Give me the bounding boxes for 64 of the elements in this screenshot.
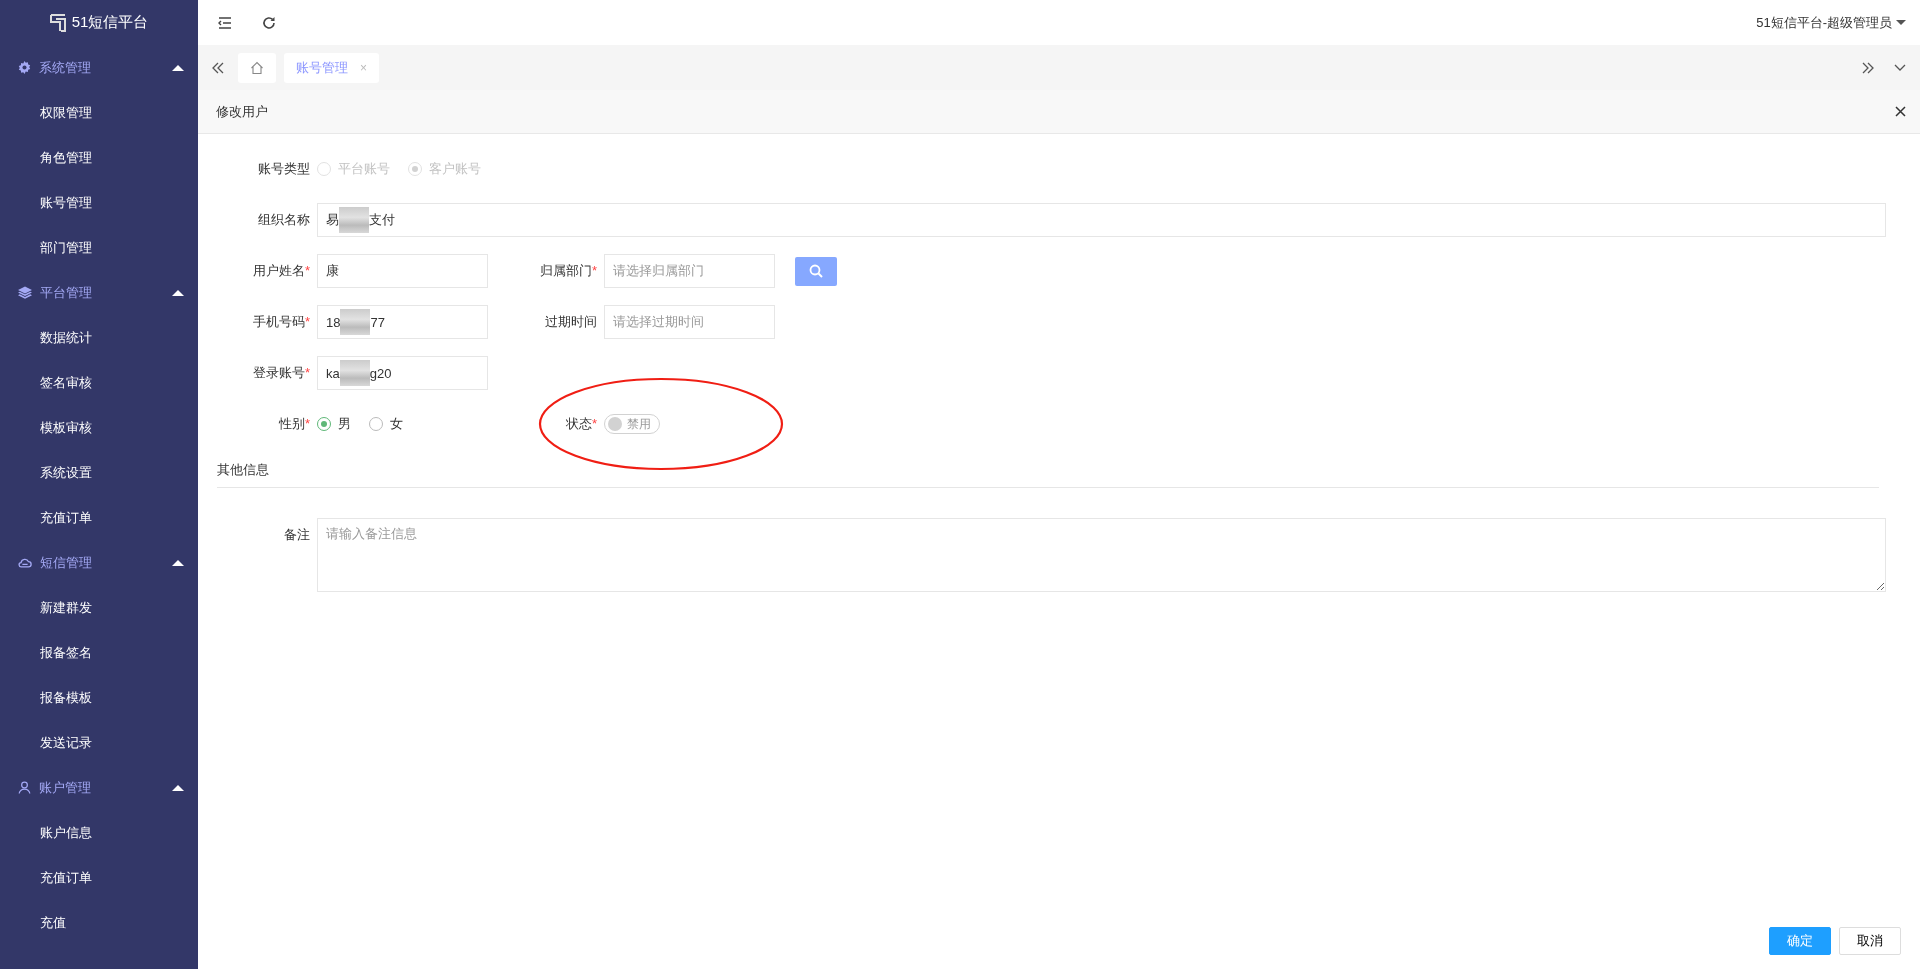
radio-option[interactable]: 男: [317, 415, 351, 433]
app-title: 51短信平台: [71, 13, 149, 32]
required-mark: *: [304, 263, 310, 278]
required-mark: *: [304, 314, 310, 329]
sidebar-item[interactable]: 账户信息: [40, 823, 92, 842]
refresh-icon[interactable]: [262, 15, 276, 30]
input-field[interactable]: ka g20: [317, 356, 488, 390]
layers-icon: [18, 286, 32, 299]
input-field[interactable]: 易 支付: [317, 203, 1886, 237]
required-mark: *: [591, 416, 597, 431]
sidebar-item[interactable]: 新建群发: [40, 598, 92, 617]
sidebar-item[interactable]: 权限管理: [40, 103, 92, 122]
sidebar-item[interactable]: 部门管理: [40, 238, 92, 257]
remark-field[interactable]: 请输入备注信息: [317, 518, 1886, 592]
field-label: 过期时间: [545, 314, 597, 329]
radio-option[interactable]: 女: [369, 415, 403, 433]
required-mark: *: [304, 365, 310, 380]
field-label: 状态: [565, 416, 592, 431]
field-label: 组织名称: [258, 212, 310, 227]
sidebar-item[interactable]: 发送记录: [40, 733, 92, 752]
redaction-mosaic: [340, 309, 371, 335]
redaction-mosaic: [339, 207, 369, 233]
user-icon: [18, 781, 31, 794]
double-chevron-right-icon[interactable]: [1862, 61, 1874, 74]
close-icon[interactable]: [1895, 106, 1906, 117]
sidebar-item[interactable]: 报备签名: [40, 643, 92, 662]
field-label: 性别: [278, 416, 305, 431]
menu-icon[interactable]: [218, 16, 232, 29]
field-label: 登录账号: [252, 365, 305, 380]
menu-group[interactable]: 系统管理: [0, 45, 198, 90]
logo-icon: [49, 13, 66, 32]
required-mark: *: [591, 263, 597, 278]
sidebar-item[interactable]: 充值订单: [40, 868, 92, 887]
menu-group[interactable]: 平台管理: [0, 270, 198, 315]
sidebar-item[interactable]: 报备模板: [40, 688, 92, 707]
field-label: 账号类型: [258, 161, 310, 176]
sidebar-item[interactable]: 模板审核: [40, 418, 92, 437]
required-mark: *: [304, 416, 310, 431]
sidebar-item[interactable]: 系统设置: [40, 463, 92, 482]
search-icon: [809, 264, 823, 278]
sidebar-item[interactable]: 签名审核: [40, 373, 92, 392]
field-label: 用户姓名: [252, 263, 305, 278]
sidebar-item[interactable]: 数据统计: [40, 328, 92, 347]
section-title: 其他信息: [217, 461, 1879, 488]
sidebar-item[interactable]: 角色管理: [40, 148, 92, 167]
sidebar-item[interactable]: 充值: [40, 913, 66, 932]
field-label: 归属部门: [539, 263, 592, 278]
menu-group[interactable]: 短信管理: [0, 540, 198, 585]
cloud-icon: [18, 556, 32, 569]
field-label: 备注: [283, 526, 311, 544]
redaction-mosaic: [339, 360, 370, 386]
chevron-down-icon[interactable]: [1894, 63, 1906, 72]
input-field[interactable]: 康: [317, 254, 488, 288]
double-chevron-left-icon[interactable]: [212, 61, 224, 74]
user-menu[interactable]: 51短信平台-超级管理员: [1756, 13, 1906, 32]
sidebar-item[interactable]: 账号管理: [40, 193, 92, 212]
sidebar-item[interactable]: 充值订单: [40, 508, 92, 527]
input-field[interactable]: 18 77: [317, 305, 488, 339]
panel-title: 修改用户: [216, 102, 269, 121]
home-icon: [250, 60, 264, 75]
gear-icon: [18, 61, 31, 74]
cancel-button[interactable]: 取消: [1839, 927, 1901, 955]
menu-group[interactable]: 账户管理: [0, 765, 198, 810]
field-label: 手机号码: [252, 314, 305, 329]
